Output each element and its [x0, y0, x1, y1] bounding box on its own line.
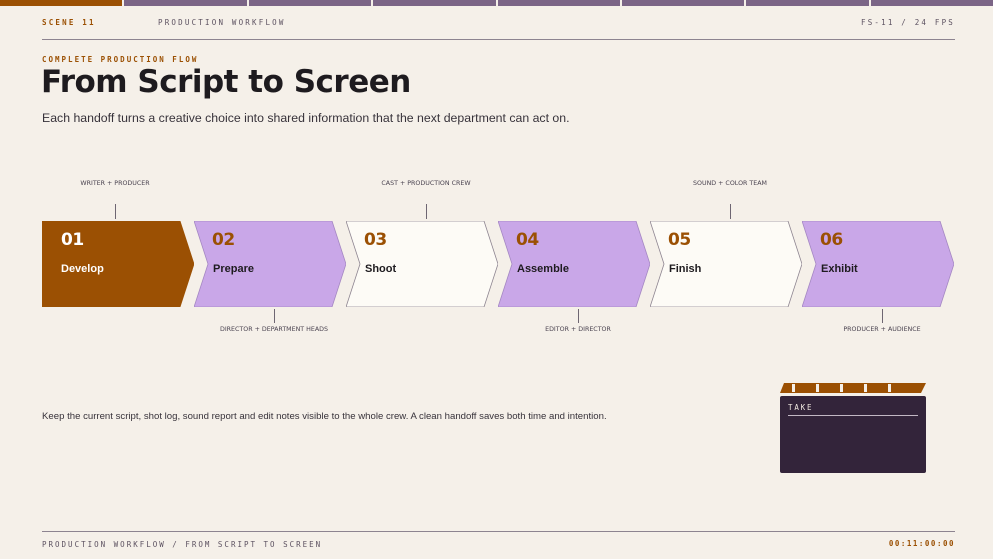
stage-name: Develop: [61, 263, 104, 275]
role-connector: [115, 204, 116, 219]
fps-label: FS-11 / 24 FPS: [860, 18, 955, 27]
stage-name: Finish: [669, 263, 702, 275]
stage-role-label: EDITOR + DIRECTOR: [545, 326, 611, 333]
eyebrow-label: COMPLETE PRODUCTION FLOW: [42, 55, 199, 64]
take-label: TAKE: [788, 403, 814, 412]
clapperboard: TAKE: [780, 382, 926, 473]
stage-role-label: CAST + PRODUCTION CREW: [381, 180, 471, 187]
bottom-divider: [42, 531, 955, 532]
progress-segment: [248, 0, 372, 6]
top-bar: SCENE 11 PRODUCTION WORKFLOW FS-11 / 24 …: [42, 18, 955, 32]
stage-role-label: WRITER + PRODUCER: [80, 180, 150, 187]
role-connector: [578, 309, 579, 323]
top-divider: [42, 39, 955, 40]
footer-label: PRODUCTION WORKFLOW / FROM SCRIPT TO SCR…: [42, 540, 323, 549]
stage-finish[interactable]: 05 Finish: [650, 221, 802, 307]
page-subtitle: Each handoff turns a creative choice int…: [42, 111, 570, 125]
stage-name: Prepare: [213, 263, 254, 275]
role-connector: [730, 204, 731, 219]
stage-role-label: DIRECTOR + DEPARTMENT HEADS: [219, 326, 329, 333]
role-connector: [274, 309, 275, 323]
stage-number: 05: [668, 230, 691, 250]
handoff-note: Keep the current script, shot log, sound…: [42, 411, 607, 422]
stage-role-label: SOUND + COLOR TEAM: [693, 180, 767, 187]
progress-segment: [870, 0, 993, 6]
scene-label: SCENE 11: [42, 18, 96, 27]
progress-segment: [497, 0, 620, 6]
timecode: 00:11:00:00: [888, 539, 955, 548]
progress-segment: [0, 0, 123, 6]
stage-shoot[interactable]: 03 Shoot: [346, 221, 498, 307]
progress-segment: [124, 0, 247, 6]
page-title: From Script to Screen: [41, 64, 411, 100]
stage-role-label: PRODUCER + AUDIENCE: [843, 326, 921, 333]
stage-name: Assemble: [517, 263, 569, 275]
stage-number: 03: [364, 230, 387, 250]
stage-assemble[interactable]: 04 Assemble: [498, 221, 650, 307]
stage-number: 02: [212, 230, 235, 250]
progress-segment: [373, 0, 496, 6]
stage-name: Shoot: [365, 263, 397, 275]
stage-name: Exhibit: [821, 263, 858, 275]
clapper-stick: [780, 383, 926, 393]
take-line: [788, 415, 918, 416]
stage-number: 01: [61, 230, 84, 250]
stage-number: 04: [516, 230, 539, 250]
progress-segment: [746, 0, 869, 6]
stage-develop[interactable]: 01 Develop: [42, 221, 194, 307]
stage-number: 06: [820, 230, 843, 250]
progress-segment: [621, 0, 745, 6]
role-connector: [882, 309, 883, 323]
clapper-board: TAKE: [780, 396, 926, 473]
section-label: PRODUCTION WORKFLOW: [158, 18, 286, 27]
role-connector: [426, 204, 427, 219]
progress-bar: [0, 0, 993, 6]
stage-prepare[interactable]: 02 Prepare: [194, 221, 346, 307]
stage-exhibit[interactable]: 06 Exhibit: [802, 221, 954, 307]
